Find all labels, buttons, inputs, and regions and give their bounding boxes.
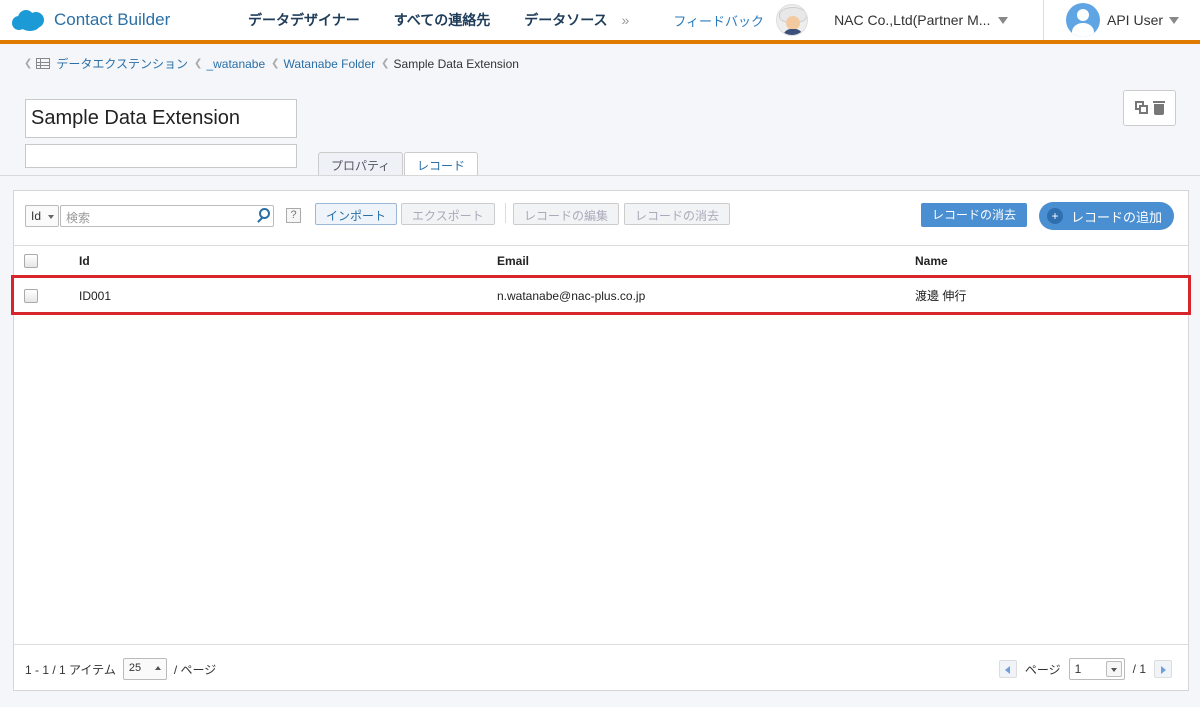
breadcrumb-separator-icon: ❮ xyxy=(24,58,33,69)
extension-description-field[interactable] xyxy=(25,144,297,168)
search-field-value: Id xyxy=(31,209,42,223)
plus-icon: + xyxy=(1047,208,1063,224)
salesforce-cloud-icon xyxy=(12,8,46,32)
nav-data-sources[interactable]: データソース xyxy=(524,10,607,30)
column-header-email[interactable]: Email xyxy=(497,246,529,276)
nav-data-designer[interactable]: データデザイナー xyxy=(248,10,360,30)
per-page-suffix: / ページ xyxy=(173,662,217,677)
item-range: 1 - 1 / 1 アイテム xyxy=(25,662,116,677)
top-bar: Contact Builder データデザイナー すべての連絡先 データソース … xyxy=(0,0,1200,40)
chevron-down-icon[interactable] xyxy=(998,16,1009,24)
nav-more-icon[interactable]: » xyxy=(622,12,630,28)
org-switcher[interactable]: NAC Co.,Ltd(Partner M... xyxy=(834,12,990,28)
divider xyxy=(0,175,1200,176)
import-button[interactable]: インポート xyxy=(315,203,398,225)
user-name: API User xyxy=(1107,12,1164,28)
accent-bar xyxy=(0,40,1200,44)
total-pages: / 1 xyxy=(1132,662,1146,676)
copy-icon[interactable] xyxy=(1134,101,1149,115)
cell-id: ID001 xyxy=(79,288,112,303)
cell-name: 渡邊 伸行 xyxy=(915,289,967,303)
export-button[interactable]: エクスポート xyxy=(401,203,495,225)
chevron-down-icon xyxy=(1169,16,1180,24)
breadcrumb-separator-icon: ❮ xyxy=(381,58,390,69)
pagination-bar: 1 - 1 / 1 アイテム 25 / ページ ページ 1 / 1 xyxy=(14,644,1188,691)
chevron-up-icon xyxy=(154,666,161,670)
tab-properties[interactable]: プロパティ xyxy=(318,152,404,176)
nav-all-contacts[interactable]: すべての連絡先 xyxy=(394,10,490,30)
search-icon[interactable] xyxy=(255,207,273,225)
user-menu[interactable]: API User xyxy=(1066,0,1180,40)
breadcrumb-folder-watanabe[interactable]: _watanabe xyxy=(206,57,265,71)
add-record-button[interactable]: + レコードの追加 xyxy=(1039,202,1174,230)
table-icon xyxy=(36,58,51,69)
chevron-down-icon[interactable] xyxy=(1105,661,1122,677)
per-page-select[interactable]: 25 xyxy=(122,658,167,680)
feedback-link[interactable]: フィードバック xyxy=(673,11,764,30)
table-row[interactable]: ID001 n.watanabe@nac-plus.co.jp 渡邊 伸行 xyxy=(11,275,1191,315)
table-header: Id Email Name xyxy=(14,245,1188,277)
help-icon[interactable]: ? xyxy=(286,208,301,223)
delete-records-button[interactable]: レコードの消去 xyxy=(921,203,1027,227)
app-name: Contact Builder xyxy=(54,10,171,29)
edit-records-button[interactable]: レコードの編集 xyxy=(513,203,620,225)
search-input[interactable]: 検索 xyxy=(60,205,274,227)
breadcrumb-watanabe-folder[interactable]: Watanabe Folder xyxy=(284,57,376,71)
extension-actions xyxy=(1123,90,1176,126)
select-all-checkbox[interactable] xyxy=(24,254,38,268)
page-number-value: 1 xyxy=(1074,662,1082,676)
divider xyxy=(1043,0,1044,40)
main-nav: データデザイナー すべての連絡先 データソース » xyxy=(248,10,673,30)
records-panel: Id 検索 ? インポート エクスポート レコードの編集 レコードの消去 レコー… xyxy=(11,190,1191,691)
column-header-id[interactable]: Id xyxy=(79,246,90,276)
breadcrumb-data-extensions[interactable]: データエクステンション xyxy=(56,55,188,72)
page-number-input[interactable]: 1 xyxy=(1068,658,1125,680)
search-field-select[interactable]: Id xyxy=(25,205,59,227)
app-logo[interactable]: Contact Builder xyxy=(12,8,232,32)
prev-page-icon[interactable] xyxy=(998,660,1017,678)
cell-email: n.watanabe@nac-plus.co.jp xyxy=(497,288,646,303)
breadcrumb-current: Sample Data Extension xyxy=(393,56,519,71)
add-record-label: レコードの追加 xyxy=(1071,209,1163,225)
extension-name-field[interactable]: Sample Data Extension xyxy=(25,99,297,138)
page-label: ページ xyxy=(1024,662,1061,677)
breadcrumb-separator-icon: ❮ xyxy=(271,58,280,69)
breadcrumb-separator-icon: ❮ xyxy=(194,58,203,69)
next-page-icon[interactable] xyxy=(1154,660,1172,678)
row-checkbox[interactable] xyxy=(24,288,38,303)
records-toolbar: Id 検索 ? インポート エクスポート レコードの編集 レコードの消去 レコー… xyxy=(14,191,1188,245)
chevron-down-icon xyxy=(48,215,54,219)
remove-records-button[interactable]: レコードの消去 xyxy=(624,203,731,225)
tab-records[interactable]: レコード xyxy=(404,152,479,176)
breadcrumb: ❮ データエクステンション ❮ _watanabe ❮ Watanabe Fol… xyxy=(24,55,519,72)
column-header-name[interactable]: Name xyxy=(915,246,948,276)
trash-icon[interactable] xyxy=(1152,101,1165,115)
einstein-avatar-icon[interactable] xyxy=(776,4,809,36)
user-avatar-icon xyxy=(1066,3,1100,37)
per-page-value: 25 xyxy=(128,662,142,674)
divider xyxy=(505,203,506,223)
